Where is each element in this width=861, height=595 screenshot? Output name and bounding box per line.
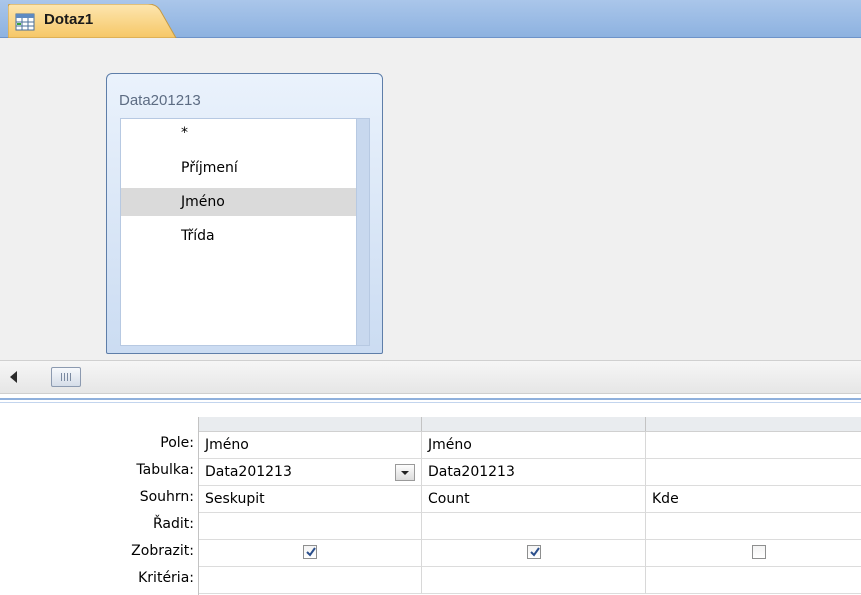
checkmark-icon (306, 547, 316, 557)
cell-radit-2[interactable] (422, 513, 646, 540)
cell-zobrazit-1[interactable] (199, 540, 422, 567)
row-header-radit: Řadit: (153, 516, 194, 532)
show-checkbox-1[interactable] (303, 545, 317, 559)
checkmark-icon (530, 547, 540, 557)
design-pane-hscrollbar[interactable] (0, 360, 861, 394)
cell-souhrn-1[interactable]: Seskupit (199, 486, 422, 513)
cell-pole-3[interactable] (646, 432, 861, 459)
cell-zobrazit-3[interactable] (646, 540, 861, 567)
cell-kriteria-1[interactable] (199, 567, 422, 594)
query-design-pane[interactable]: Data201213 * Příjmení Jméno Třída (0, 38, 861, 360)
cell-tabulka-3[interactable] (646, 459, 861, 486)
field-list[interactable]: * Příjmení Jméno Třída (120, 118, 370, 346)
cell-kriteria-2[interactable] (422, 567, 646, 594)
cell-tabulka-1[interactable]: Data201213 (199, 459, 422, 486)
row-header-pole: Pole: (160, 435, 194, 451)
row-header-souhrn: Souhrn: (139, 489, 194, 505)
cell-pole-2[interactable]: Jméno (422, 432, 646, 459)
query-icon (15, 13, 35, 31)
cell-radit-1[interactable] (199, 513, 422, 540)
tab-label: Dotaz1 (44, 11, 94, 28)
column-selector-1[interactable] (199, 417, 422, 431)
pane-splitter[interactable] (0, 394, 861, 407)
scroll-thumb[interactable] (51, 367, 81, 387)
column-selector-3[interactable] (646, 417, 861, 431)
splitter-line (0, 398, 861, 400)
cell-tabulka-2[interactable]: Data201213 (422, 459, 646, 486)
field-item-prijmeni[interactable]: Příjmení (121, 154, 357, 182)
document-tab-bar: Dotaz1 (0, 0, 861, 38)
table-title: Data201213 (119, 92, 201, 109)
splitter-line (0, 402, 861, 403)
table-field-list-window[interactable]: Data201213 * Příjmení Jméno Třída (106, 73, 383, 354)
column-selector-row (199, 417, 861, 432)
column-selector-2[interactable] (422, 417, 646, 431)
cell-tabulka-1-value: Data201213 (205, 464, 292, 480)
cell-souhrn-3[interactable]: Kde (646, 486, 861, 513)
field-list-scrollbar[interactable] (356, 119, 369, 345)
field-item-all[interactable]: * (121, 119, 357, 147)
scroll-left-arrow-icon[interactable] (10, 371, 17, 383)
show-checkbox-2[interactable] (527, 545, 541, 559)
show-checkbox-3[interactable] (752, 545, 766, 559)
tab-dotaz1[interactable]: Dotaz1 (8, 4, 180, 38)
field-item-jmeno[interactable]: Jméno (121, 188, 357, 216)
cell-zobrazit-2[interactable] (422, 540, 646, 567)
dropdown-arrow-icon[interactable] (395, 464, 415, 481)
row-header-zobrazit: Zobrazit: (131, 543, 194, 559)
query-grid[interactable]: Jméno Data201213 Seskupit Jméno Data2012… (198, 417, 861, 595)
grip-icon (61, 373, 71, 381)
row-header-kriteria: Kritéria: (138, 570, 194, 586)
field-item-trida[interactable]: Třída (121, 222, 357, 250)
cell-pole-1[interactable]: Jméno (199, 432, 422, 459)
query-grid-area: Pole: Tabulka: Souhrn: Řadit: Zobrazit: … (0, 407, 861, 595)
cell-kriteria-3[interactable] (646, 567, 861, 594)
cell-radit-3[interactable] (646, 513, 861, 540)
row-header-tabulka: Tabulka: (136, 462, 194, 478)
cell-souhrn-2[interactable]: Count (422, 486, 646, 513)
